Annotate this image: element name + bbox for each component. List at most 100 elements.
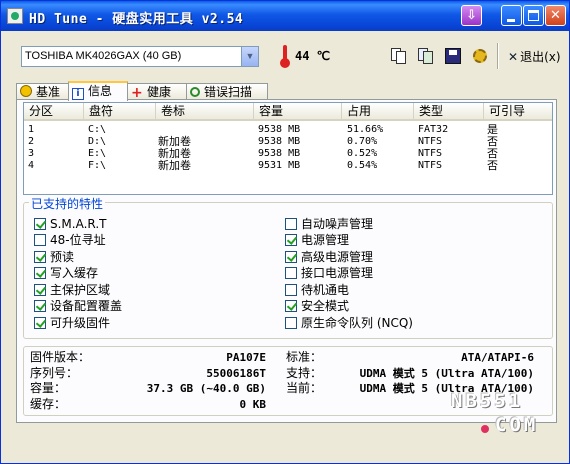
settings-gear-icon[interactable]: [471, 47, 489, 65]
serial-value: 55006186T: [206, 367, 266, 380]
feature-label: 写入缓存: [50, 266, 99, 280]
feature-label: 原生命令队列 (NCQ): [301, 316, 413, 330]
checkbox[interactable]: [285, 317, 297, 329]
fs-type-cell: NTFS: [418, 136, 443, 147]
usage-cell: 51.66%: [347, 124, 384, 135]
column-header[interactable]: 占用: [342, 103, 414, 121]
tab-info[interactable]: i 信息: [68, 81, 128, 101]
feature-label: 48-位寻址: [50, 233, 106, 247]
close-button[interactable]: ✕: [545, 5, 566, 26]
feature-read-ahead[interactable]: 预读: [34, 251, 74, 265]
minimize-button[interactable]: [501, 5, 522, 26]
checkbox[interactable]: [34, 251, 46, 263]
current-label: 当前：: [286, 381, 323, 395]
watermark-dot: [481, 425, 489, 433]
column-header[interactable]: 卷标: [156, 103, 254, 121]
column-header[interactable]: 可引导: [484, 103, 552, 121]
column-header[interactable]: 盘符: [84, 103, 156, 121]
column-header[interactable]: 容量: [254, 103, 342, 121]
checkbox[interactable]: [34, 218, 46, 230]
table-row[interactable]: 2 D:\ 新加卷 9538 MB 0.70% NTFS 否: [24, 136, 552, 148]
feature-ncq[interactable]: 原生命令队列 (NCQ): [285, 317, 413, 331]
standard-value: ATA/ATAPI-6: [461, 351, 534, 364]
features-title: 已支持的特性: [29, 195, 106, 212]
checkbox[interactable]: [34, 317, 46, 329]
app-window: HD Tune - 硬盘实用工具 v2.54 ⇩ ✕ TOSHIBA MK402…: [0, 0, 570, 464]
checkbox[interactable]: [285, 300, 297, 312]
feature-hpa[interactable]: 主保护区域: [34, 284, 110, 298]
fs-type-cell: NTFS: [418, 160, 443, 171]
tab-error-scan[interactable]: 错误扫描: [186, 83, 268, 100]
column-header[interactable]: 类型: [414, 103, 484, 121]
chevron-down-icon[interactable]: ▼: [241, 47, 258, 66]
checkbox[interactable]: [285, 267, 297, 279]
feature-label: 主保护区域: [50, 283, 111, 297]
toolbar-separator: [497, 43, 499, 69]
capacity-value: 37.3 GB (~40.0 GB): [146, 382, 266, 395]
table-row[interactable]: 1 C:\ 9538 MB 51.66% FAT32 是: [24, 124, 552, 136]
checkbox[interactable]: [34, 234, 46, 246]
checkbox[interactable]: [285, 251, 297, 263]
fs-type-cell: FAT32: [418, 124, 449, 135]
save-icon[interactable]: [444, 47, 462, 65]
drive-letter-cell: F:\: [88, 160, 107, 171]
feature-dco[interactable]: 设备配置覆盖: [34, 300, 122, 314]
capacity-cell: 9531 MB: [258, 160, 301, 171]
checkbox[interactable]: [34, 284, 46, 296]
feature-smart[interactable]: S.M.A.R.T: [34, 218, 106, 232]
table-row[interactable]: 3 E:\ 新加卷 9538 MB 0.52% NTFS 否: [24, 148, 552, 160]
partition-cell: 3: [28, 148, 35, 159]
error-scan-icon: [190, 87, 200, 97]
feature-label: S.M.A.R.T: [50, 217, 107, 231]
usage-cell: 0.70%: [347, 136, 378, 147]
thermometer-icon: [280, 45, 290, 68]
table-row[interactable]: 4 F:\ 新加卷 9531 MB 0.54% NTFS 否: [24, 160, 552, 172]
checkbox[interactable]: [285, 218, 297, 230]
download-button[interactable]: ⇩: [461, 5, 482, 26]
firmware-label: 固件版本：: [30, 350, 91, 364]
partition-list-header: 分区 盘符 卷标 容量 占用 类型 可引导: [24, 103, 552, 121]
feature-ipm[interactable]: 接口电源管理: [285, 267, 373, 281]
feature-label: 电源管理: [301, 233, 350, 247]
feature-apm[interactable]: 高级电源管理: [285, 251, 373, 265]
feature-48bit[interactable]: 48-位寻址: [34, 234, 106, 248]
partition-list[interactable]: 分区 盘符 卷标 容量 占用 类型 可引导 1 C:\ 9538 MB 51.6…: [23, 102, 553, 195]
partition-cell: 2: [28, 136, 35, 147]
exit-button[interactable]: ✕ 退出(x): [508, 48, 561, 66]
tab-health[interactable]: + 健康: [127, 83, 187, 100]
window-title: HD Tune - 硬盘实用工具 v2.54: [29, 12, 244, 27]
feature-standby[interactable]: 待机通电: [285, 284, 349, 298]
feature-label: 可升级固件: [50, 316, 111, 330]
feature-security[interactable]: 安全模式: [285, 300, 349, 314]
capacity-cell: 9538 MB: [258, 124, 301, 135]
checkbox[interactable]: [285, 234, 297, 246]
partition-cell: 1: [28, 124, 35, 135]
tab-error-scan-label: 错误扫描: [204, 85, 253, 99]
checkbox[interactable]: [285, 284, 297, 296]
tab-info-label: 信息: [88, 84, 113, 98]
checkbox[interactable]: [34, 267, 46, 279]
usage-cell: 0.52%: [347, 148, 378, 159]
drive-letter-cell: E:\: [88, 148, 107, 159]
title-bar[interactable]: HD Tune - 硬盘实用工具 v2.54 ⇩ ✕: [1, 1, 569, 31]
feature-firmware-upgrade[interactable]: 可升级固件: [34, 317, 110, 331]
support-label: 支持：: [286, 366, 323, 380]
watermark-text: NB551: [451, 390, 524, 412]
feature-aam[interactable]: 自动噪声管理: [285, 218, 373, 232]
feature-write-cache[interactable]: 写入缓存: [34, 267, 98, 281]
checkbox[interactable]: [34, 300, 46, 312]
capacity-cell: 9538 MB: [258, 148, 301, 159]
feature-power-mgmt[interactable]: 电源管理: [285, 234, 349, 248]
copy-all-icon[interactable]: [417, 47, 435, 65]
maximize-button[interactable]: [523, 5, 544, 26]
drive-select[interactable]: TOSHIBA MK4026GAX (40 GB) ▼: [21, 46, 259, 67]
maximize-icon: [528, 10, 539, 21]
tab-benchmark[interactable]: 基准: [16, 83, 69, 100]
feature-label: 接口电源管理: [301, 266, 374, 280]
copy-info-icon[interactable]: [390, 47, 408, 65]
feature-label: 自动噪声管理: [301, 217, 374, 231]
column-header[interactable]: 分区: [24, 103, 84, 121]
feature-label: 待机通电: [301, 283, 350, 297]
cache-label: 缓存：: [30, 397, 67, 411]
usage-cell: 0.54%: [347, 160, 378, 171]
